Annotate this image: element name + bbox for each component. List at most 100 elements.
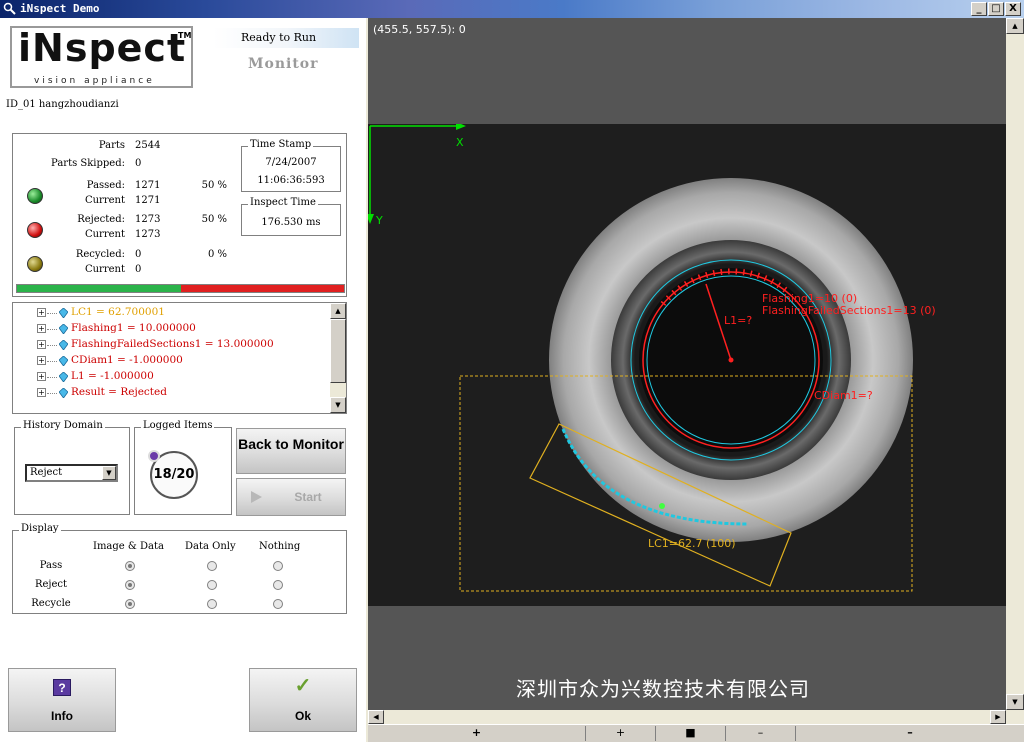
minimize-button[interactable]: _ (971, 2, 987, 16)
scroll-thumb[interactable] (330, 319, 346, 383)
expand-icon[interactable]: + (37, 388, 46, 397)
inspect-time-box: Inspect Time 176.530 ms (241, 197, 341, 236)
inspection-image[interactable]: X Y Flashing1=10 (0) FlashingFailedSecti… (368, 124, 1009, 606)
display-options-group: Display Image & Data Data Only Nothing P… (12, 523, 347, 614)
inspect-time-label: Inspect Time (248, 197, 318, 208)
x-axis-label: X (456, 136, 464, 149)
row-reject-label: Reject (34, 579, 68, 590)
tree-connector (47, 393, 57, 394)
center-point-icon (728, 357, 734, 363)
passed-value: 1271 (135, 180, 161, 191)
result-item[interactable]: + Result = Rejected (13, 385, 333, 401)
results-scrollbar[interactable]: ▲ ▼ (330, 303, 346, 413)
results-tree[interactable]: + LC1 = 62.700001 + Flashing1 = 10.000000 + F… (12, 302, 347, 414)
expand-icon[interactable]: + (37, 308, 46, 317)
info-button[interactable]: ? Info (8, 668, 116, 732)
history-domain-select[interactable]: Reject ▼ (25, 464, 118, 482)
pass-nothing-radio[interactable] (273, 561, 283, 571)
passed-percent: 50 % (201, 180, 227, 191)
lc1-overlay-label: LC1=62.7 (100) (648, 537, 736, 550)
logo-subtitle: vision appliance (34, 76, 155, 86)
result-text: LC1 = 62.700001 (71, 306, 165, 318)
result-item[interactable]: + FlashingFailedSections1 = 13.000000 (13, 337, 333, 353)
rejected-label: Rejected: (77, 214, 125, 225)
history-domain-value: Reject (30, 467, 63, 478)
display-label: Display (19, 523, 61, 534)
ok-button[interactable]: ✓ Ok (249, 668, 357, 732)
logged-items-group: Logged Items 18/20 (134, 420, 232, 515)
recycled-label: Recycled: (75, 249, 125, 260)
pass-bar-segment (17, 285, 181, 292)
cdiam-overlay-label: CDiam1=? (814, 389, 873, 402)
result-text: Result = Rejected (71, 386, 167, 398)
image-scroll-right-button[interactable]: ▶ (990, 710, 1006, 724)
parts-value: 2544 (135, 140, 161, 151)
rejected-current-value: 1273 (135, 229, 161, 240)
expand-icon[interactable]: + (37, 324, 46, 333)
fit-view-button[interactable]: ■ (656, 726, 726, 741)
expand-icon[interactable]: + (37, 340, 46, 349)
result-text: FlashingFailedSections1 = 13.000000 (71, 338, 274, 350)
result-gem-icon (59, 356, 68, 366)
l1-overlay-label: L1=? (724, 314, 752, 327)
ok-label: Ok (294, 709, 311, 723)
logo-text: iNspect (18, 26, 187, 70)
image-vertical-scrollbar[interactable]: ▲ ▼ (1006, 18, 1024, 724)
passed-label: Passed: (86, 180, 125, 191)
image-toolbar: + + ■ – – (368, 724, 1024, 742)
expand-icon[interactable]: + (37, 372, 46, 381)
scroll-down-button[interactable]: ▼ (330, 397, 346, 413)
tree-connector (47, 345, 57, 346)
run-status: Ready to Run (213, 28, 359, 48)
result-item[interactable]: + L1 = -1.000000 (13, 369, 333, 385)
control-panel: iNspect TM vision appliance Ready to Run… (0, 18, 366, 742)
pass-image-data-radio[interactable] (125, 561, 135, 571)
rejected-value: 1273 (135, 214, 161, 225)
zoom-in-button[interactable]: + (368, 726, 586, 741)
start-button[interactable]: Start (236, 478, 346, 516)
zoom-out-step-button[interactable]: – (726, 726, 796, 741)
title-bar: iNspect Demo _ □ X (0, 0, 1024, 18)
image-scroll-up-button[interactable]: ▲ (1006, 18, 1024, 34)
maximize-button[interactable]: □ (988, 2, 1004, 16)
pass-data-only-radio[interactable] (207, 561, 217, 571)
dropdown-arrow-icon[interactable]: ▼ (102, 466, 116, 480)
scroll-up-button[interactable]: ▲ (330, 303, 346, 319)
result-item[interactable]: + CDiam1 = -1.000000 (13, 353, 333, 369)
result-item[interactable]: + LC1 = 62.700001 (13, 305, 333, 321)
timestamp-label: Time Stamp (248, 139, 314, 150)
image-scroll-left-button[interactable]: ◀ (368, 710, 384, 724)
zoom-in-step-button[interactable]: + (586, 726, 656, 741)
result-item[interactable]: + Flashing1 = 10.000000 (13, 321, 333, 337)
info-label: Info (51, 709, 73, 723)
result-text: CDiam1 = -1.000000 (71, 354, 183, 366)
reject-data-only-radio[interactable] (207, 580, 217, 590)
pass-reject-bar (16, 284, 345, 293)
reject-image-data-radio[interactable] (125, 580, 135, 590)
timestamp-box: Time Stamp 7/24/2007 11:06:36:593 (241, 139, 341, 192)
play-icon (251, 491, 262, 503)
company-watermark: 深圳市众为兴数控技术有限公司 (516, 677, 810, 701)
column-nothing: Nothing (259, 541, 301, 552)
column-image-data: Image & Data (93, 541, 164, 552)
recycled-value: 0 (135, 249, 142, 260)
recycle-nothing-radio[interactable] (273, 599, 283, 609)
expand-icon[interactable]: + (37, 356, 46, 365)
passed-current-label: Current (84, 195, 125, 206)
zoom-out-button[interactable]: – (796, 726, 1024, 741)
close-button[interactable]: X (1005, 2, 1021, 16)
image-horizontal-scrollbar[interactable]: ◀ ▶ (368, 710, 1006, 724)
reject-nothing-radio[interactable] (273, 580, 283, 590)
flashing-failed-overlay-label: FlashingFailedSections1=13 (0) (762, 304, 936, 317)
timestamp-time: 11:06:36:593 (257, 175, 325, 186)
logged-items-label: Logged Items (141, 420, 215, 431)
image-scroll-down-button[interactable]: ▼ (1006, 694, 1024, 710)
tree-connector (47, 329, 57, 330)
back-to-monitor-button[interactable]: Back to Monitor (236, 428, 346, 474)
result-text: L1 = -1.000000 (71, 370, 154, 382)
column-data-only: Data Only (185, 541, 236, 552)
window-title: iNspect Demo (20, 2, 100, 15)
recycle-data-only-radio[interactable] (207, 599, 217, 609)
recycle-image-data-radio[interactable] (125, 599, 135, 609)
counter-indicator-icon (148, 450, 160, 462)
